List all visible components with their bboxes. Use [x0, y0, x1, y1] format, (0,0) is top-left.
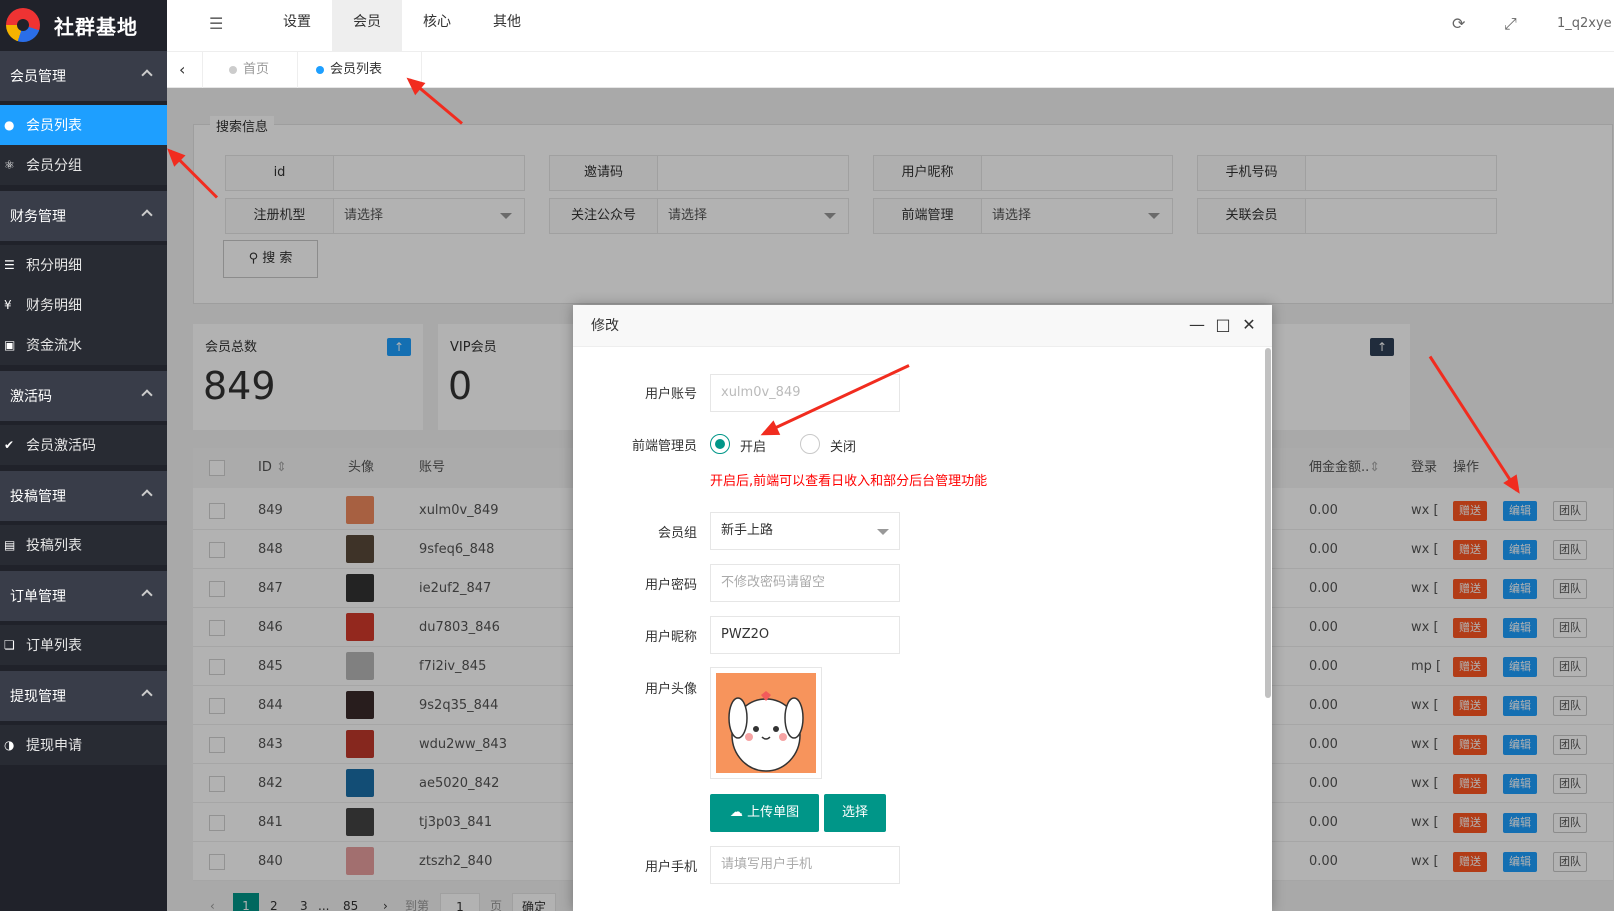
- close-icon[interactable]: ✕: [1239, 315, 1259, 334]
- sidebar-item-order-list[interactable]: ❏ 订单列表: [0, 625, 167, 665]
- sidebar-item-label: 积分明细: [26, 258, 82, 274]
- upload-button-label: 上传单图: [747, 805, 800, 820]
- sidebar-item-label: 会员列表: [26, 118, 82, 134]
- brand-name: 社群基地: [54, 14, 138, 39]
- list-icon: ▤: [4, 538, 16, 552]
- chevron-down-icon: [877, 529, 889, 535]
- yen-icon: ¥: [4, 298, 12, 312]
- sidebar-item-cash-flow[interactable]: ▣ 资金流水: [0, 325, 167, 365]
- sidebar-item-finance-detail[interactable]: ¥ 财务明细: [0, 285, 167, 325]
- nav-other[interactable]: 其他: [472, 0, 542, 52]
- fullscreen-icon[interactable]: ⤢: [1504, 14, 1517, 34]
- sidebar-group-member[interactable]: 会员管理: [0, 51, 167, 101]
- group-label: 财务管理: [10, 209, 66, 225]
- sidebar-item-label: 订单列表: [26, 638, 82, 654]
- sidebar-item-label: 财务明细: [26, 298, 82, 314]
- tab-label: 首页: [243, 62, 270, 77]
- order-icon: ❏: [4, 638, 15, 652]
- avatar-label: 用户头像: [644, 682, 697, 697]
- sidebar-group-withdraw[interactable]: 提现管理: [0, 671, 167, 721]
- group-label: 会员组: [657, 526, 697, 541]
- upload-button[interactable]: ☁ 上传单图: [710, 794, 819, 832]
- check-icon: ✔: [4, 438, 15, 452]
- sidebar-item-member-list[interactable]: ● 会员列表: [0, 105, 167, 145]
- brand-logo[interactable]: 社群基地: [0, 0, 167, 50]
- sidebar-item-label: 投稿列表: [26, 538, 82, 554]
- phone-label: 用户手机: [644, 860, 697, 875]
- group-label: 订单管理: [10, 589, 66, 605]
- nav-core[interactable]: 核心: [402, 0, 472, 52]
- group-value: 新手上路: [721, 523, 774, 538]
- menu-toggle-icon[interactable]: ☰: [209, 14, 223, 33]
- half-circle-icon: ◑: [4, 738, 15, 752]
- sidebar-group-order[interactable]: 订单管理: [0, 571, 167, 621]
- top-header: ☰ 设置 会员 核心 其他 ⟳ ⤢ 1_q2xye: [167, 0, 1614, 52]
- tab-home[interactable]: 首页: [203, 52, 298, 88]
- modal-scrollbar[interactable]: [1265, 348, 1271, 698]
- cloud-upload-icon: ☁: [729, 805, 748, 820]
- database-icon: ☰: [4, 258, 15, 272]
- sidebar-item-submission-list[interactable]: ▤ 投稿列表: [0, 525, 167, 565]
- password-label: 用户密码: [644, 578, 697, 593]
- chevron-up-icon: [141, 489, 153, 501]
- sidebar-item-label: 会员分组: [26, 158, 82, 174]
- tab-label: 会员列表: [330, 62, 383, 77]
- chevron-up-icon: [141, 209, 153, 221]
- chevron-left-icon[interactable]: ‹: [167, 52, 203, 88]
- sidebar-group-finance[interactable]: 财务管理: [0, 191, 167, 241]
- sidebar-item-label: 会员激活码: [26, 438, 96, 454]
- tabs-bar: ‹ 首页 会员列表: [167, 52, 1614, 88]
- admin-off-radio[interactable]: [800, 434, 820, 454]
- refresh-icon[interactable]: ⟳: [1452, 14, 1465, 33]
- dog-avatar-icon: [716, 673, 816, 773]
- sidebar-item-member-group[interactable]: ⚛ 会员分组: [0, 145, 167, 185]
- chevron-up-icon: [141, 689, 153, 701]
- user-icon: ●: [4, 118, 15, 132]
- tab-dot-icon: [316, 65, 324, 74]
- password-input[interactable]: 不修改密码请留空: [710, 564, 900, 602]
- maximize-icon[interactable]: □: [1213, 315, 1233, 334]
- choose-button[interactable]: 选择: [824, 794, 886, 832]
- admin-hint: 开启后,前端可以查看日收入和部分后台管理功能: [710, 474, 988, 489]
- chevron-up-icon: [141, 69, 153, 81]
- user-name[interactable]: 1_q2xye: [1557, 16, 1612, 31]
- group-label: 提现管理: [10, 689, 66, 705]
- sidebar: 社群基地 会员管理 ● 会员列表 ⚛ 会员分组 财务管理 ☰ 积分明细 ¥ 财务明细 ▣…: [0, 0, 167, 911]
- group-label: 投稿管理: [10, 489, 66, 505]
- account-input[interactable]: xulm0v_849: [710, 374, 900, 412]
- sidebar-item-activation-code[interactable]: ✔ 会员激活码: [0, 425, 167, 465]
- sidebar-item-label: 提现申请: [26, 738, 82, 754]
- group-label: 激活码: [10, 389, 52, 405]
- nickname-label: 用户昵称: [644, 630, 697, 645]
- modal-body: 用户账号 xulm0v_849 前端管理员 开启 关闭 开启后,前端可以查看日收…: [587, 364, 1252, 911]
- chevron-up-icon: [141, 589, 153, 601]
- sidebar-group-submission[interactable]: 投稿管理: [0, 471, 167, 521]
- group-label: 会员管理: [10, 69, 66, 85]
- sidebar-item-label: 资金流水: [26, 338, 82, 354]
- group-select[interactable]: 新手上路: [710, 512, 900, 550]
- nav-member[interactable]: 会员: [332, 0, 402, 52]
- chevron-up-icon: [141, 389, 153, 401]
- nav-settings[interactable]: 设置: [262, 0, 332, 52]
- sidebar-item-points[interactable]: ☰ 积分明细: [0, 245, 167, 285]
- sidebar-item-withdraw-apply[interactable]: ◑ 提现申请: [0, 725, 167, 765]
- admin-label: 前端管理员: [631, 439, 697, 454]
- avatar-preview: [710, 667, 822, 779]
- admin-off-label: 关闭: [830, 440, 857, 455]
- account-label: 用户账号: [644, 387, 697, 402]
- sidebar-group-activation[interactable]: 激活码: [0, 371, 167, 421]
- group-icon: ⚛: [4, 158, 15, 172]
- minimize-icon[interactable]: —: [1187, 315, 1207, 334]
- modal-header: 修改 — □ ✕: [573, 305, 1272, 347]
- phone-input[interactable]: 请填写用户手机: [710, 846, 900, 884]
- admin-on-radio[interactable]: [710, 434, 730, 454]
- nickname-input[interactable]: PWZ2O: [710, 616, 900, 654]
- logo-icon: [6, 8, 40, 42]
- tab-dot-icon: [229, 65, 237, 74]
- flow-icon: ▣: [4, 338, 16, 352]
- modal-title: 修改: [591, 318, 619, 334]
